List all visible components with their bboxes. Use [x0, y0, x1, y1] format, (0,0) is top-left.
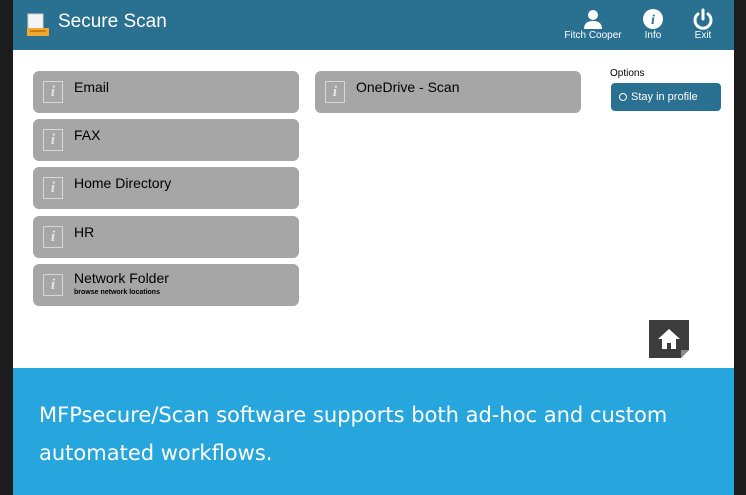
tile-label: FAX	[74, 127, 101, 143]
banner-text: MFPsecure/Scan software supports both ad…	[39, 403, 668, 465]
workflow-tile-hr[interactable]: i HR	[33, 216, 299, 258]
radio-icon	[619, 93, 627, 101]
stay-in-profile-button[interactable]: Stay in profile	[611, 83, 721, 111]
stay-in-profile-label: Stay in profile	[631, 91, 698, 103]
exit-button[interactable]: Exit	[685, 8, 721, 41]
info-icon: i	[643, 9, 663, 29]
workflow-tile-email[interactable]: i Email	[33, 71, 299, 113]
exit-label: Exit	[694, 30, 712, 41]
tile-sublabel: browse network locations	[74, 289, 160, 296]
info-button[interactable]: i Info	[635, 8, 671, 41]
tile-label: Network Folder	[74, 270, 169, 286]
user-button[interactable]: Fitch Cooper	[557, 8, 629, 41]
info-icon[interactable]: i	[43, 177, 63, 199]
info-icon[interactable]: i	[43, 129, 63, 151]
workflow-area: i Email i FAX i Home Directory i HR i Ne…	[13, 50, 734, 368]
workflow-tile-network-folder[interactable]: i Network Folder browse network location…	[33, 264, 299, 306]
workflow-tile-fax[interactable]: i FAX	[33, 119, 299, 161]
info-icon[interactable]: i	[43, 81, 63, 103]
user-icon	[584, 10, 602, 29]
info-icon[interactable]: i	[43, 226, 63, 248]
info-label: Info	[644, 30, 662, 41]
header-bar: Secure Scan Fitch Cooper i Info Exit	[13, 0, 734, 50]
workflow-tile-home-directory[interactable]: i Home Directory	[33, 167, 299, 209]
tile-label: Home Directory	[74, 175, 172, 191]
workflow-tile-onedrive-scan[interactable]: i OneDrive - Scan	[315, 71, 581, 113]
user-name: Fitch Cooper	[564, 30, 622, 41]
scanner-icon	[27, 13, 49, 36]
tile-label: HR	[74, 224, 95, 240]
info-icon[interactable]: i	[43, 274, 63, 296]
svg-text:i: i	[651, 13, 655, 28]
tile-label: Email	[74, 79, 110, 95]
home-button[interactable]	[649, 320, 689, 358]
info-icon[interactable]: i	[325, 81, 345, 103]
app-title: Secure Scan	[58, 11, 167, 32]
power-icon	[693, 8, 713, 30]
tile-label: OneDrive - Scan	[356, 79, 460, 95]
marketing-banner: MFPsecure/Scan software supports both ad…	[13, 368, 734, 495]
options-label: Options	[610, 68, 645, 79]
